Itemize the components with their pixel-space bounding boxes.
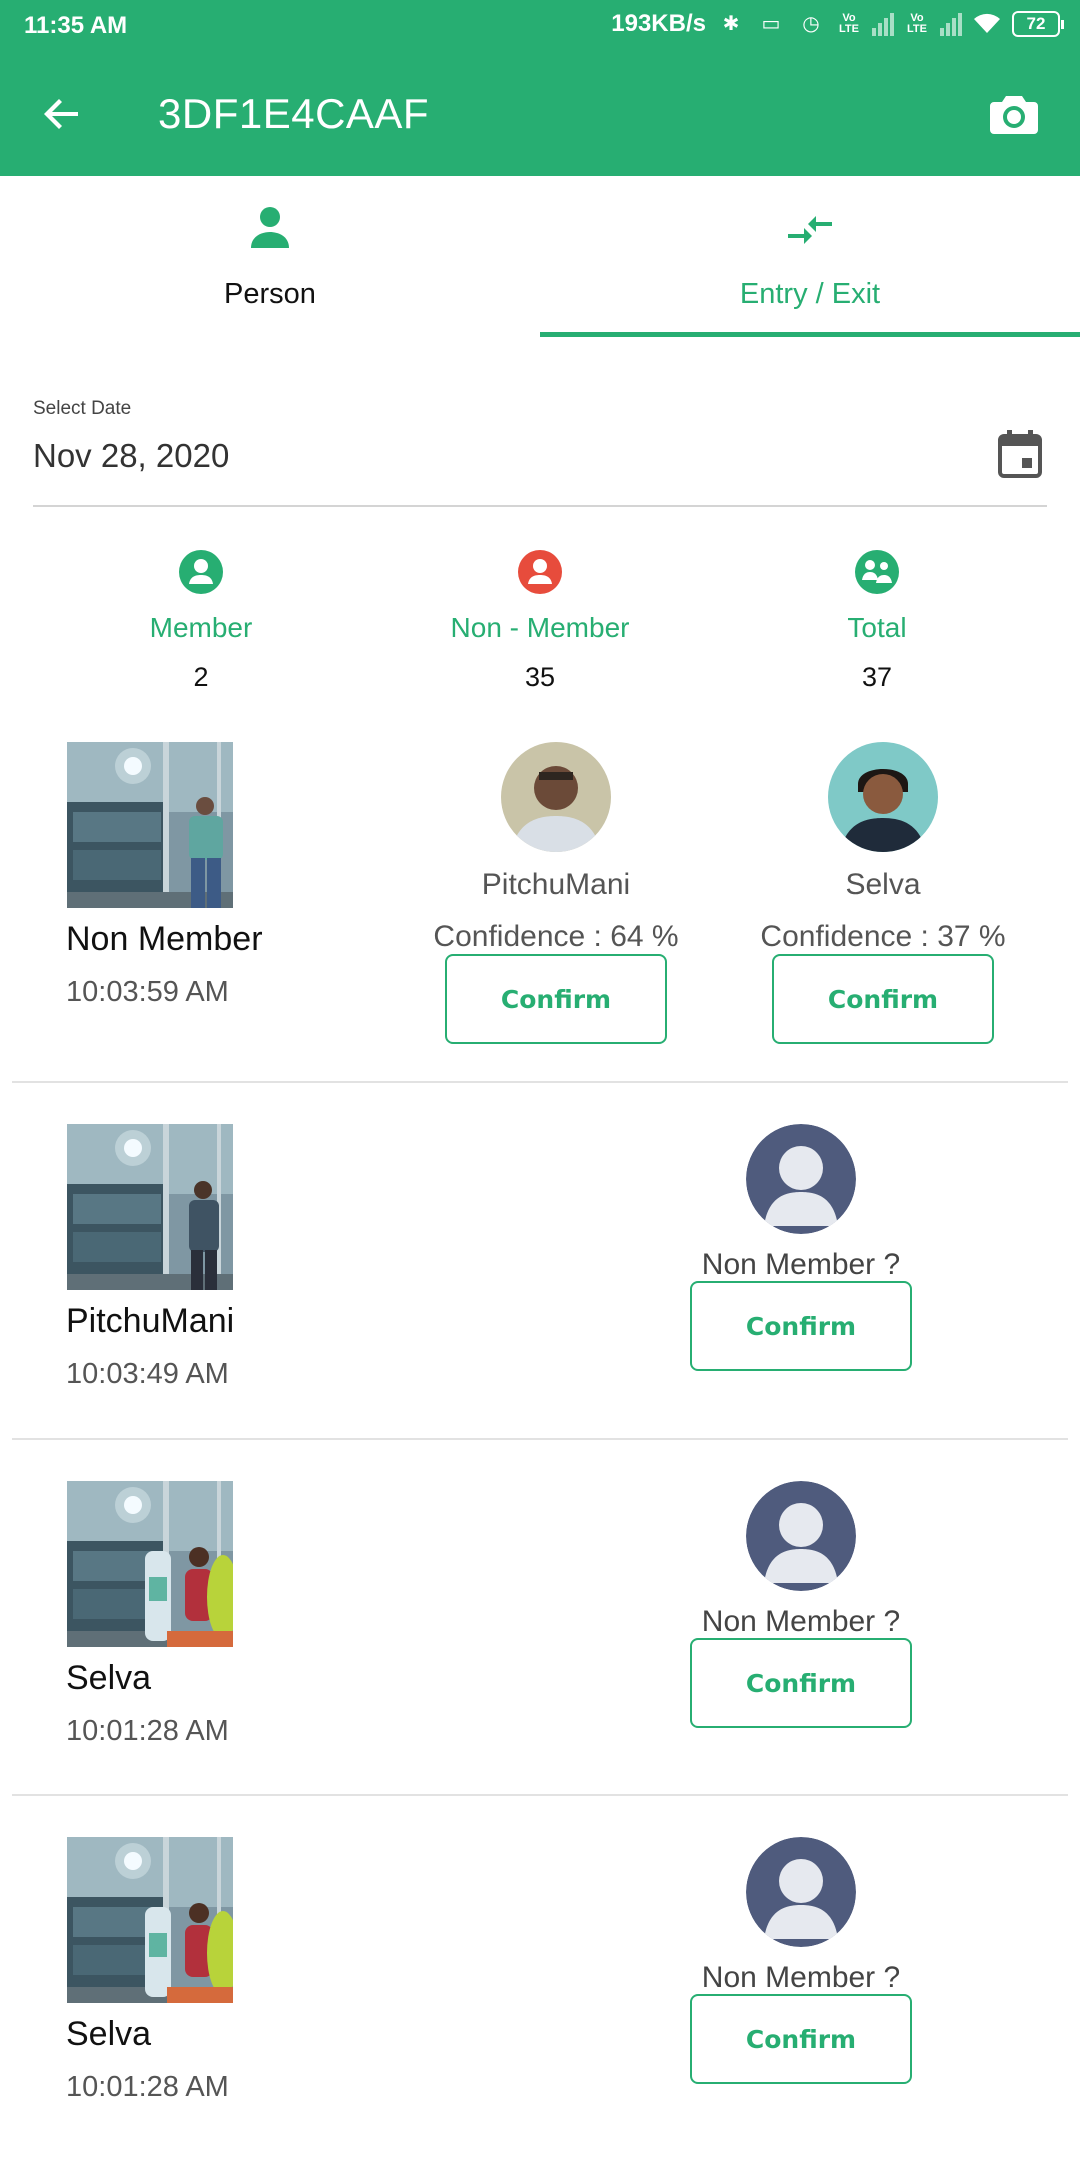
calendar-button[interactable] — [996, 428, 1044, 480]
entry-exit-arrows-icon — [788, 216, 832, 244]
wifi-icon — [972, 11, 1002, 37]
person-icon — [251, 207, 289, 248]
divider — [12, 1794, 1068, 1796]
battery-icon: 72 — [1012, 11, 1064, 37]
camera-icon — [990, 96, 1038, 134]
unknown-person-avatar — [746, 1837, 856, 1947]
entry-name: Non Member — [66, 920, 263, 958]
suggestion-label: Non Member ? — [701, 1248, 901, 1281]
arrow-left-icon — [44, 99, 78, 129]
back-button[interactable] — [38, 90, 86, 138]
camera-button[interactable] — [988, 88, 1040, 140]
tab-entry-exit-label: Entry / Exit — [739, 278, 881, 310]
volte-lte-icon-2: Vo LTE — [907, 12, 927, 35]
list-item: Selva 10:01:28 AM Non Member ? Confirm — [0, 1481, 1080, 1781]
candidate-name: Selva — [845, 868, 921, 901]
tab-bar: Person Entry / Exit — [0, 176, 1080, 338]
suggestion-label: Non Member ? — [701, 1961, 901, 1994]
non-member-icon — [518, 550, 562, 594]
suggestion-label: Non Member ? — [701, 1605, 901, 1638]
unknown-person-avatar — [746, 1124, 856, 1234]
entry-name: Selva — [66, 1659, 152, 1697]
list-item: Non Member 10:03:59 AM PitchuMani Confid… — [0, 742, 1080, 1082]
entry-snapshot-image[interactable] — [67, 742, 233, 908]
stat-member: Member 2 — [71, 548, 331, 693]
page-title: 3DF1E4CAAF — [158, 90, 430, 137]
stat-non-member: Non - Member 35 — [410, 548, 670, 693]
app-bar: 11:35 AM 193KB/s ✱ ▭ ◷ Vo LTE Vo LTE 72 3D… — [0, 0, 1080, 176]
candidate-name: PitchuMani — [481, 868, 631, 901]
volte-lte-icon: Vo LTE — [839, 12, 859, 35]
member-icon — [179, 550, 223, 594]
status-bar: 11:35 AM 193KB/s ✱ ▭ ◷ Vo LTE Vo LTE 72 — [0, 0, 1080, 52]
confirm-button[interactable]: Confirm — [690, 1638, 912, 1728]
candidate-match: Selva Confidence : 37 % — [743, 742, 1023, 954]
entry-snapshot-image[interactable] — [67, 1481, 233, 1647]
entry-name: PitchuMani — [66, 1302, 235, 1340]
signal-icon-2 — [940, 12, 962, 36]
tab-person[interactable]: Person — [0, 176, 540, 338]
entry-name: Selva — [66, 2015, 152, 2053]
divider — [12, 1438, 1068, 1440]
network-speed: 193KB/s — [611, 10, 706, 37]
bluetooth-icon: ✱ — [722, 13, 740, 35]
stat-total-count: 37 — [861, 662, 893, 692]
confirm-button[interactable]: Confirm — [690, 1994, 912, 2084]
status-time: 11:35 AM — [24, 12, 128, 39]
list-item: PitchuMani 10:03:49 AM Non Member ? Conf… — [0, 1124, 1080, 1424]
stat-non-member-label: Non - Member — [450, 612, 630, 643]
group-icon — [855, 550, 899, 594]
alarm-icon: ◷ — [802, 13, 820, 35]
date-label: Select Date — [33, 398, 132, 419]
stat-non-member-count: 35 — [524, 662, 556, 692]
confirm-button[interactable]: Confirm — [445, 954, 667, 1044]
stat-total-label: Total — [847, 612, 907, 643]
avatar — [828, 742, 938, 852]
vibrate-icon: ▭ — [761, 13, 781, 35]
divider — [12, 1081, 1068, 1083]
entry-time: 10:03:59 AM — [66, 976, 229, 1008]
tab-person-label: Person — [224, 278, 316, 310]
entry-snapshot-image[interactable] — [67, 1124, 233, 1290]
stat-member-label: Member — [149, 612, 253, 643]
candidate-match: PitchuMani Confidence : 64 % — [416, 742, 696, 954]
entry-time: 10:01:28 AM — [66, 1715, 229, 1747]
calendar-icon — [998, 430, 1042, 478]
confirm-button[interactable]: Confirm — [772, 954, 994, 1044]
unknown-person-avatar — [746, 1481, 856, 1591]
entry-time: 10:03:49 AM — [66, 1358, 229, 1390]
date-underline — [33, 505, 1047, 507]
tab-indicator — [540, 332, 1080, 337]
stat-member-count: 2 — [193, 662, 209, 692]
candidate-confidence: Confidence : 64 % — [433, 920, 679, 953]
entry-time: 10:01:28 AM — [66, 2071, 229, 2103]
confirm-button[interactable]: Confirm — [690, 1281, 912, 1371]
stat-total: Total 37 — [747, 548, 1007, 693]
tab-entry-exit[interactable]: Entry / Exit — [540, 176, 1080, 338]
entry-snapshot-image[interactable] — [67, 1837, 233, 2003]
avatar — [501, 742, 611, 852]
date-field[interactable]: Nov 28, 2020 — [33, 437, 229, 475]
candidate-confidence: Confidence : 37 % — [760, 920, 1006, 953]
list-item: Selva 10:01:28 AM Non Member ? Confirm — [0, 1837, 1080, 2137]
signal-icon — [872, 12, 894, 36]
status-indicators: 193KB/s ✱ ▭ ◷ Vo LTE Vo LTE 72 — [611, 10, 1064, 38]
